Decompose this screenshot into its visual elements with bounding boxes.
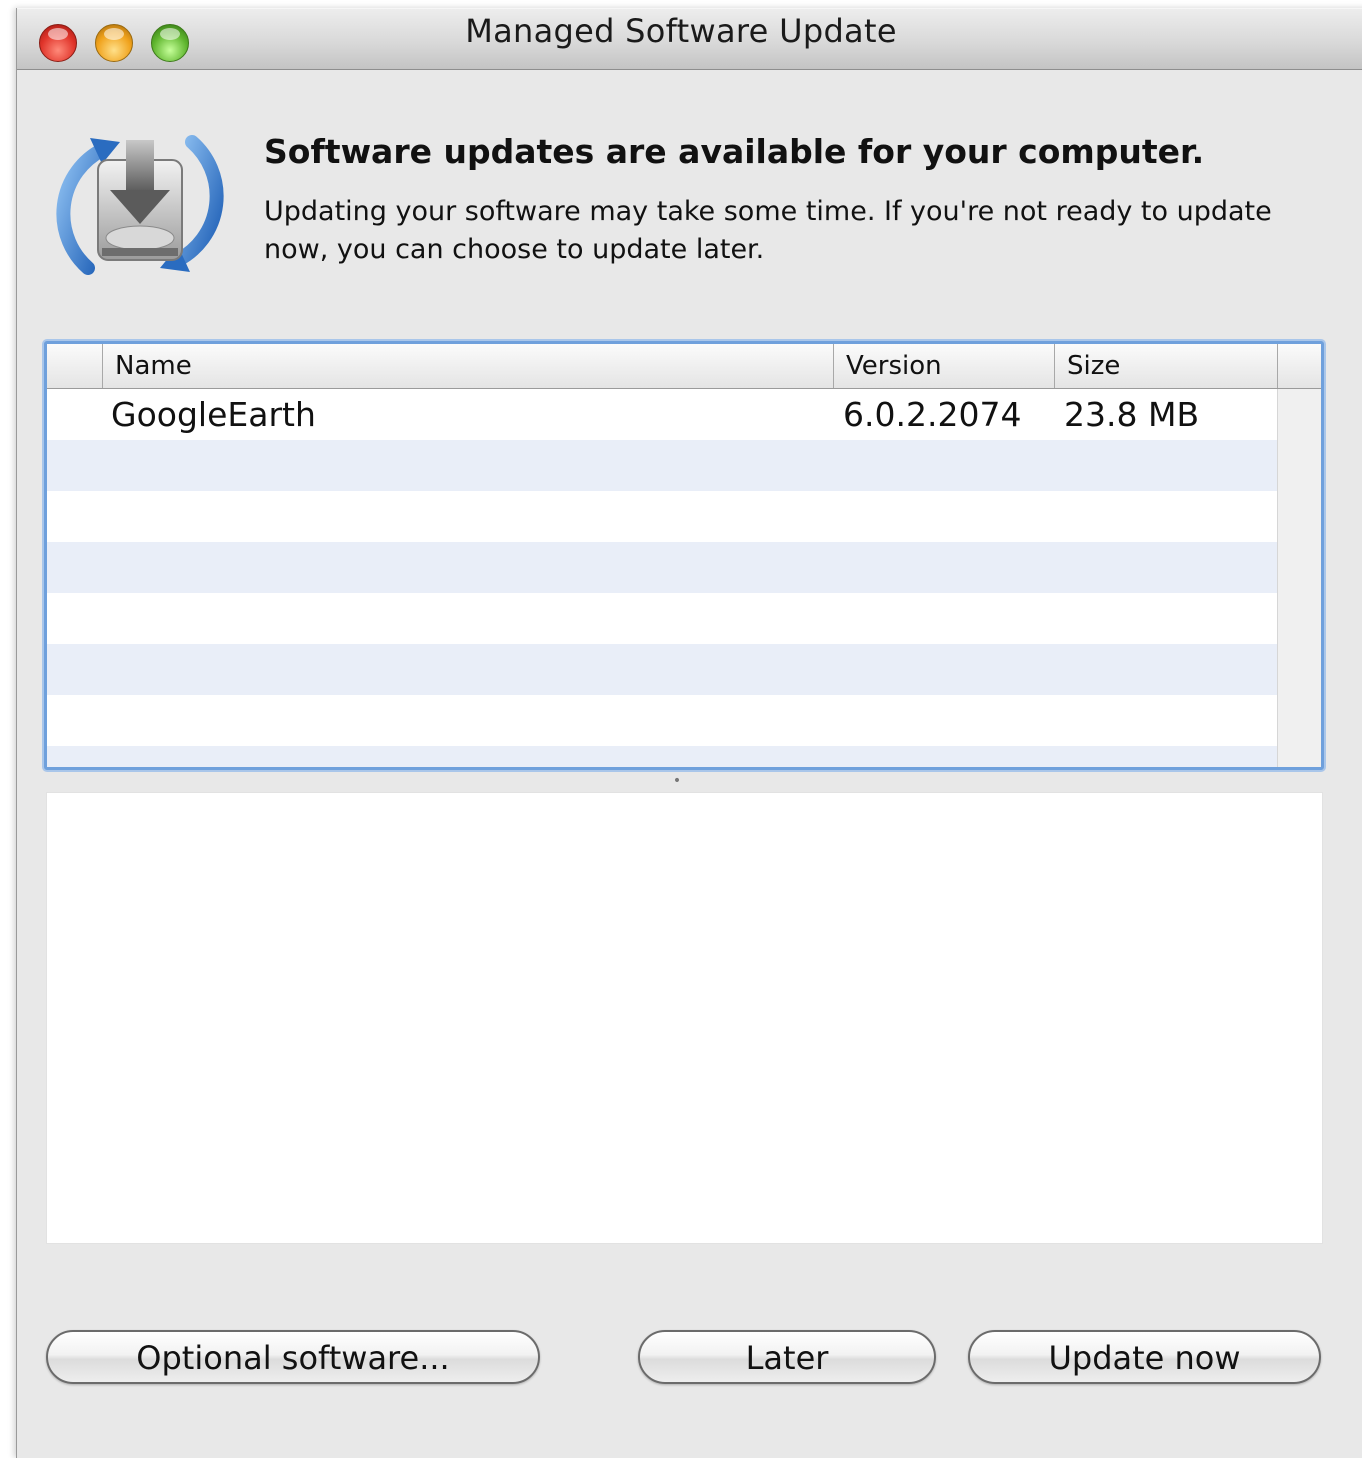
updates-table[interactable]: Name Version Size GoogleEarth 6.0.2.2074… [44,341,1324,770]
table-row-empty [47,593,1277,644]
table-row-empty [47,440,1277,491]
split-view-handle[interactable]: • [672,774,682,788]
update-size: 23.8 MB [1064,395,1200,434]
column-header-filler [1277,344,1321,388]
page-headline: Software updates are available for your … [264,132,1205,171]
table-row-empty [47,746,1277,767]
table-row[interactable]: GoogleEarth 6.0.2.2074 23.8 MB [47,389,1277,440]
update-name: GoogleEarth [111,395,316,434]
table-row-empty [47,695,1277,746]
page-description: Updating your software may take some tim… [264,196,1272,265]
window-title: Managed Software Update [465,12,897,50]
table-scrollbar[interactable] [1277,389,1321,767]
column-header-version[interactable]: Version [833,344,1054,388]
table-row-empty [47,644,1277,695]
software-update-icon [56,135,224,275]
column-header-size[interactable]: Size [1054,344,1277,388]
update-now-button[interactable]: Update now [968,1330,1321,1384]
update-version: 6.0.2.2074 [843,395,1022,434]
table-body: GoogleEarth 6.0.2.2074 23.8 MB [47,389,1277,767]
column-header-name[interactable]: Name [102,344,833,388]
update-details-pane [46,792,1323,1244]
table-row-empty [47,542,1277,593]
table-row-empty [47,491,1277,542]
later-button[interactable]: Later [638,1330,936,1384]
optional-software-button[interactable]: Optional software... [46,1330,540,1384]
table-header: Name Version Size [47,344,1321,389]
